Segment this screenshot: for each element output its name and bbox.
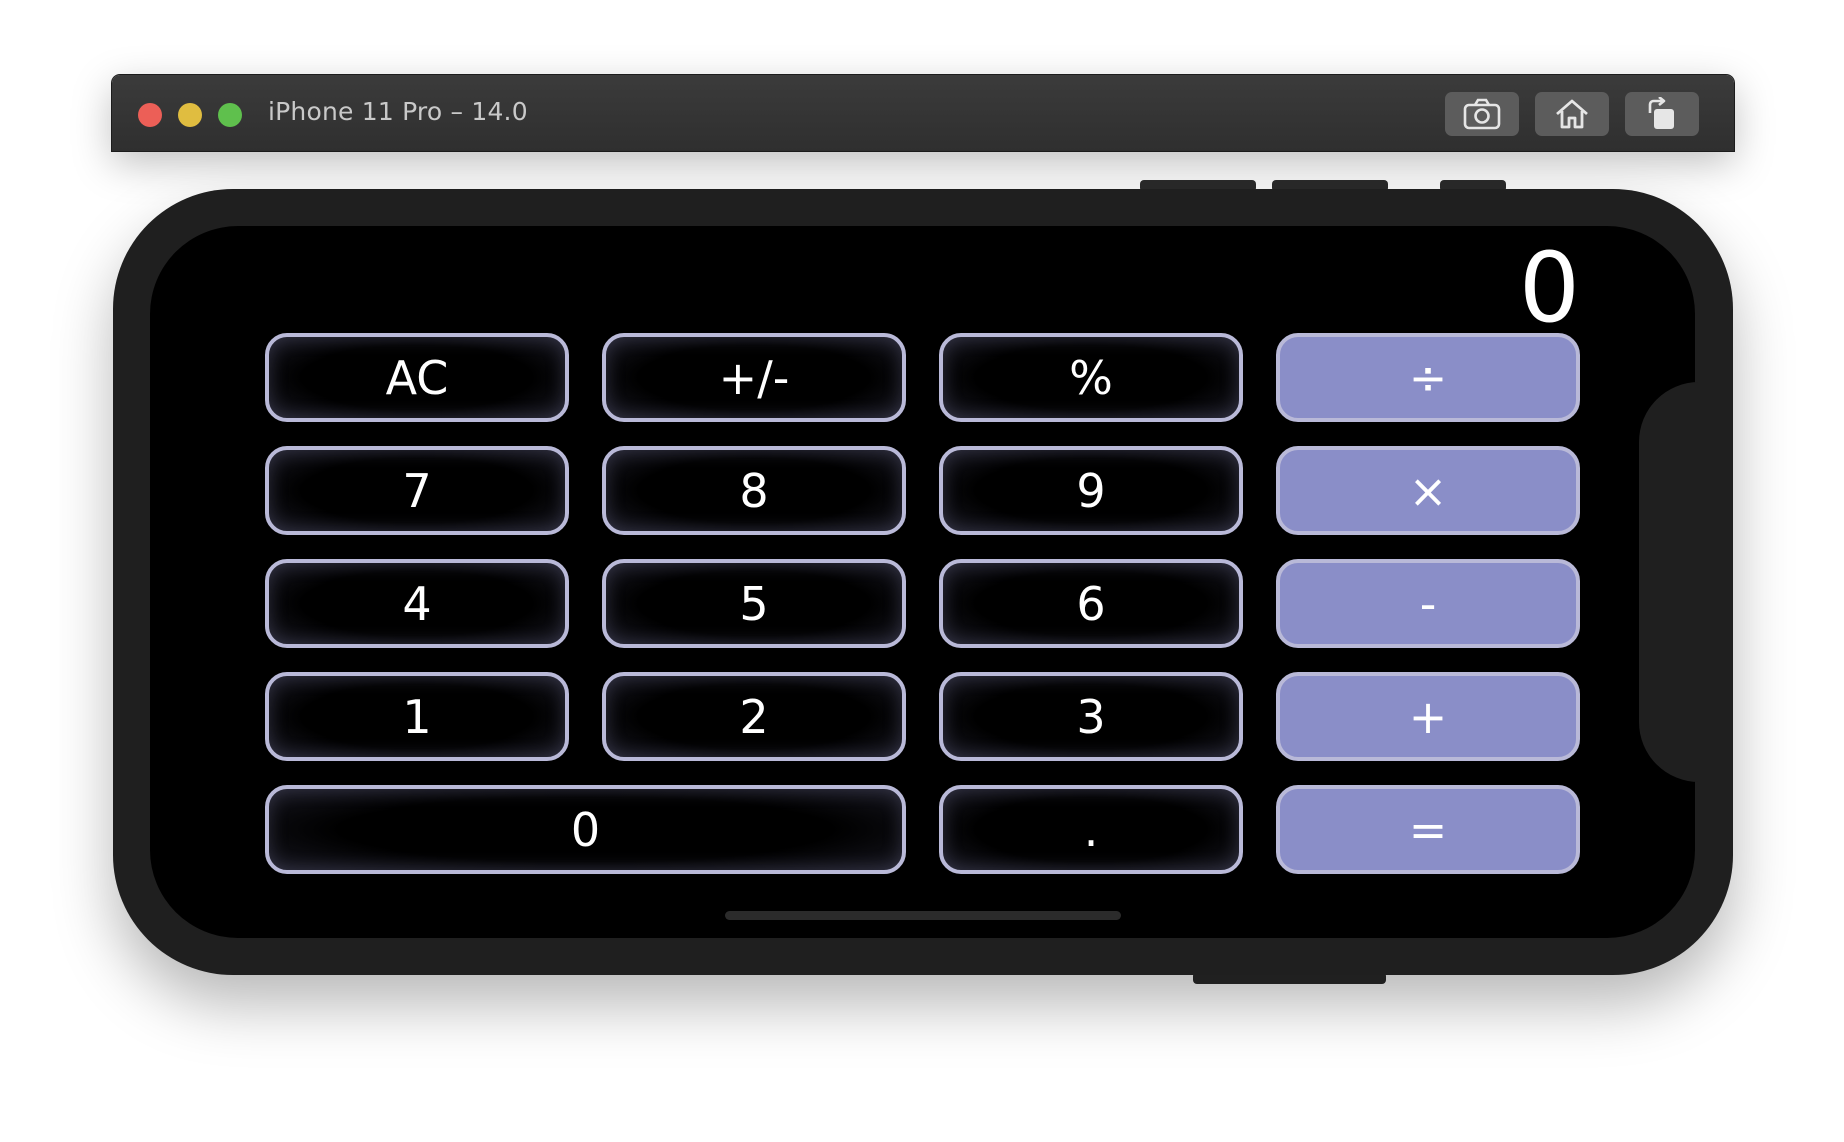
iphone-device: 0 AC +/- % ÷ 7 8 9 × 4 5 6 - 1 2 3 + 0 .… [113, 189, 1733, 975]
decimal-button[interactable]: . [939, 785, 1243, 874]
multiply-button[interactable]: × [1276, 446, 1580, 535]
subtract-button[interactable]: - [1276, 559, 1580, 648]
device-screen: 0 AC +/- % ÷ 7 8 9 × 4 5 6 - 1 2 3 + 0 .… [150, 226, 1695, 938]
digit-7-button[interactable]: 7 [265, 446, 569, 535]
home-indicator[interactable] [725, 911, 1121, 920]
calculator-keypad: AC +/- % ÷ 7 8 9 × 4 5 6 - 1 2 3 + 0 . = [265, 333, 1580, 908]
simulator-title-bar: iPhone 11 Pro – 14.0 [112, 75, 1734, 151]
digit-8-button[interactable]: 8 [602, 446, 906, 535]
equals-button[interactable]: = [1276, 785, 1580, 874]
window-title: iPhone 11 Pro – 14.0 [268, 97, 528, 126]
percent-button[interactable]: % [939, 333, 1243, 422]
screenshot-button[interactable] [1445, 92, 1519, 136]
zoom-window-button[interactable] [218, 103, 242, 127]
camera-notch [1639, 382, 1719, 782]
digit-2-button[interactable]: 2 [602, 672, 906, 761]
rotate-button[interactable] [1625, 92, 1699, 136]
home-button[interactable] [1535, 92, 1609, 136]
divide-button[interactable]: ÷ [1276, 333, 1580, 422]
minimize-window-button[interactable] [178, 103, 202, 127]
home-icon [1556, 99, 1588, 129]
digit-9-button[interactable]: 9 [939, 446, 1243, 535]
sign-toggle-button[interactable]: +/- [602, 333, 906, 422]
rotate-icon [1648, 97, 1674, 129]
digit-4-button[interactable]: 4 [265, 559, 569, 648]
add-button[interactable]: + [1276, 672, 1580, 761]
camera-icon [1463, 98, 1501, 130]
digit-6-button[interactable]: 6 [939, 559, 1243, 648]
digit-5-button[interactable]: 5 [602, 559, 906, 648]
close-window-button[interactable] [138, 103, 162, 127]
digit-1-button[interactable]: 1 [265, 672, 569, 761]
digit-0-button[interactable]: 0 [265, 785, 906, 874]
digit-3-button[interactable]: 3 [939, 672, 1243, 761]
ac-button[interactable]: AC [265, 333, 569, 422]
calculator-display: 0 [1518, 232, 1580, 344]
